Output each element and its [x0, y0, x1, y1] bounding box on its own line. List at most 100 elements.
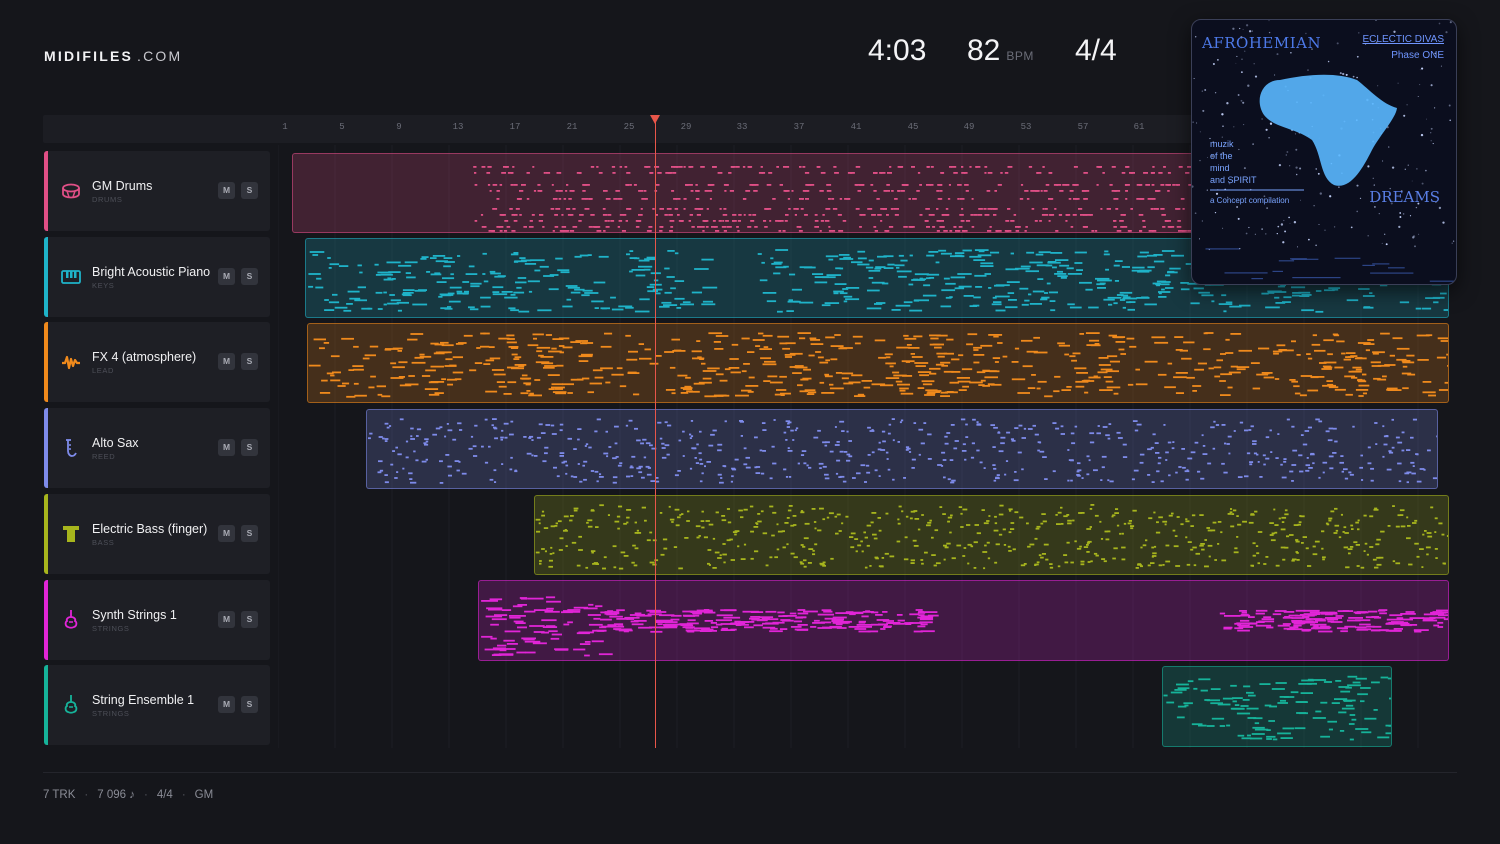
ruler-tick: 33 [736, 122, 748, 132]
solo-button[interactable]: S [241, 268, 258, 285]
tempo-display: 82 BPM [967, 34, 1034, 68]
track-name: Bright Acoustic Piano [92, 265, 211, 279]
track-name: Alto Sax [92, 436, 139, 450]
piano-icon [59, 265, 83, 289]
album-subtitle: a Concept compilation [1210, 196, 1290, 205]
midi-clip[interactable] [307, 323, 1449, 403]
track-header-electric-bass-finger[interactable]: Electric Bass (finger) BASS M S [44, 494, 270, 574]
mute-button[interactable]: M [218, 182, 235, 199]
midi-clip[interactable] [292, 153, 1196, 233]
track-category: REED [92, 452, 116, 461]
ruler-tick: 17 [509, 122, 521, 132]
ruler-tick: 21 [566, 122, 578, 132]
ruler-tick: 1 [282, 122, 288, 132]
mute-button[interactable]: M [218, 525, 235, 542]
clip-notes [473, 166, 1195, 232]
track-color-stripe [44, 237, 48, 317]
track-count: 7 TRK [43, 789, 76, 801]
solo-button[interactable]: S [241, 439, 258, 456]
midi-clip[interactable] [478, 580, 1449, 661]
album-cover: AFROHEMIAN ECLECTIC DIVAS Phase ONE muzi… [1191, 19, 1457, 285]
solo-button[interactable]: S [241, 182, 258, 199]
track-header-bright-acoustic-piano[interactable]: Bright Acoustic Piano KEYS M S [44, 237, 270, 317]
solo-button[interactable]: S [241, 611, 258, 628]
bass-icon [59, 522, 83, 546]
track-category: KEYS [92, 281, 115, 290]
footer-stats: 7 TRK · 7 096 ♪ · 4/4 · GM [43, 789, 214, 801]
mute-button[interactable]: M [218, 611, 235, 628]
ruler-tick: 25 [623, 122, 635, 132]
track-name: Electric Bass (finger) [92, 522, 208, 536]
track-header-synth-strings-1[interactable]: Synth Strings 1 STRINGS M S [44, 580, 270, 660]
mute-button[interactable]: M [218, 268, 235, 285]
clip-notes [481, 596, 1448, 657]
track-category: LEAD [92, 366, 114, 375]
album-series-line2: Phase ONE [1391, 50, 1444, 61]
track-color-stripe [44, 665, 48, 745]
track-category: STRINGS [92, 709, 130, 718]
track-color-stripe [44, 151, 48, 231]
violin-icon [59, 693, 83, 717]
midi-clip[interactable] [1162, 666, 1392, 747]
ruler-tick: 13 [452, 122, 464, 132]
clip-notes [368, 418, 1437, 484]
playhead[interactable] [655, 118, 656, 748]
ruler-tick: 57 [1077, 122, 1089, 132]
duration-display: 4:03 [868, 34, 927, 67]
track-header-alto-sax[interactable]: Alto Sax REED M S [44, 408, 270, 488]
midi-clip[interactable] [366, 409, 1438, 489]
mute-button[interactable]: M [218, 439, 235, 456]
album-series-line1: ECLECTIC DIVAS [1362, 34, 1445, 45]
album-side-line4: and SPIRIT [1210, 175, 1257, 185]
solo-button[interactable]: S [241, 353, 258, 370]
album-side-line3: mind [1210, 163, 1230, 173]
track-name: Synth Strings 1 [92, 608, 177, 622]
album-bottom-text: DREAMS [1369, 188, 1440, 206]
track-header-gm-drums[interactable]: GM Drums DRUMS M S [44, 151, 270, 231]
track-category: DRUMS [92, 195, 123, 204]
ruler-tick: 41 [850, 122, 862, 132]
track-name: String Ensemble 1 [92, 693, 195, 707]
site-logo[interactable]: MIDIFILES .COM [44, 48, 182, 64]
drum-icon [59, 179, 83, 203]
violin-icon [59, 608, 83, 632]
tempo-unit: BPM [1006, 49, 1034, 63]
footer-meter: 4/4 [156, 789, 173, 801]
clip-notes [308, 332, 1448, 398]
note-count: 7 096 ♪ [97, 789, 135, 801]
ruler-tick: 61 [1133, 122, 1145, 132]
track-category: STRINGS [92, 624, 130, 633]
track-color-stripe [44, 580, 48, 660]
track-color-stripe [44, 322, 48, 402]
track-category: BASS [92, 538, 115, 547]
mute-button[interactable]: M [218, 353, 235, 370]
playhead-marker[interactable] [650, 115, 660, 124]
ruler-tick: 9 [396, 122, 402, 132]
ruler-tick: 45 [907, 122, 919, 132]
ruler-tick: 49 [963, 122, 975, 132]
waveform-icon [59, 350, 83, 374]
album-side-text: muzik of the mind and SPIRIT [1210, 138, 1257, 186]
clip-notes [535, 504, 1448, 570]
solo-button[interactable]: S [241, 696, 258, 713]
album-side-line2: of the [1210, 151, 1233, 161]
track-name: GM Drums [92, 179, 153, 193]
track-color-stripe [44, 408, 48, 488]
footer-divider [43, 772, 1457, 773]
clip-notes [1163, 675, 1391, 741]
ruler-tick: 29 [680, 122, 692, 132]
ruler-tick: 5 [339, 122, 345, 132]
album-side-line1: muzik [1210, 139, 1234, 149]
track-header-string-ensemble-1[interactable]: String Ensemble 1 STRINGS M S [44, 665, 270, 745]
footer-standard: GM [194, 789, 214, 801]
album-series: ECLECTIC DIVAS Phase ONE [1363, 32, 1445, 64]
solo-button[interactable]: S [241, 525, 258, 542]
mute-button[interactable]: M [218, 696, 235, 713]
ruler-tick: 53 [1020, 122, 1032, 132]
midi-clip[interactable] [534, 495, 1449, 575]
saxophone-icon [59, 436, 83, 460]
logo-bold: MIDIFILES [44, 48, 134, 64]
track-color-stripe [44, 494, 48, 574]
track-header-fx-4-atmosphere[interactable]: FX 4 (atmosphere) LEAD M S [44, 322, 270, 402]
album-title: AFROHEMIAN [1202, 34, 1322, 52]
